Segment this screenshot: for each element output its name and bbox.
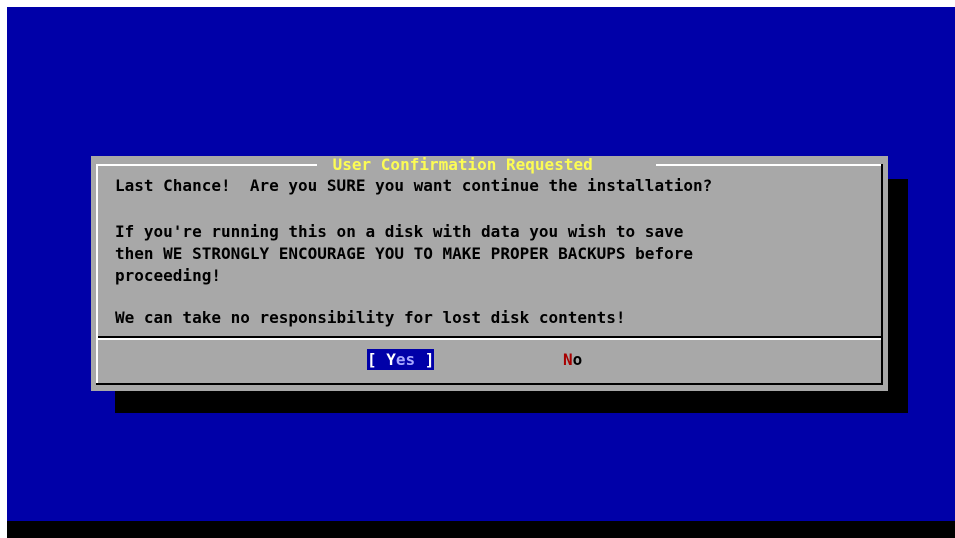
screen: User Confirmation Requested Last Chance!… [0,0,955,538]
message-line: Last Chance! Are you SURE you want conti… [115,176,713,195]
yes-button[interactable]: [ Yes ] [367,349,435,370]
message-line: We can take no responsibility for lost d… [115,308,626,327]
message-line: proceeding! [115,266,221,285]
message-line: then WE STRONGLY ENCOURAGE YOU TO MAKE P… [115,244,693,263]
dialog-title: User Confirmation Requested [321,155,605,174]
button-separator-light [98,338,881,340]
dialog-frame-top-left [96,164,317,166]
bottom-bar [7,521,955,538]
message-line: If you're running this on a disk with da… [115,222,684,241]
console-background: User Confirmation Requested Last Chance!… [7,7,955,538]
no-label: o [572,350,583,369]
confirmation-dialog: User Confirmation Requested Last Chance!… [91,156,888,391]
yes-hotkey: Y [386,350,396,369]
dialog-frame-bottom [96,383,883,385]
no-hotkey: N [563,350,573,369]
yes-bracket-close: ] [415,350,435,369]
no-button[interactable]: No [563,349,582,370]
yes-bracket-open: [ [367,350,387,369]
dialog-frame-top-right [656,164,883,166]
dialog-frame-right [881,164,883,385]
dialog-frame-left [96,164,98,385]
yes-label: es [395,350,416,369]
